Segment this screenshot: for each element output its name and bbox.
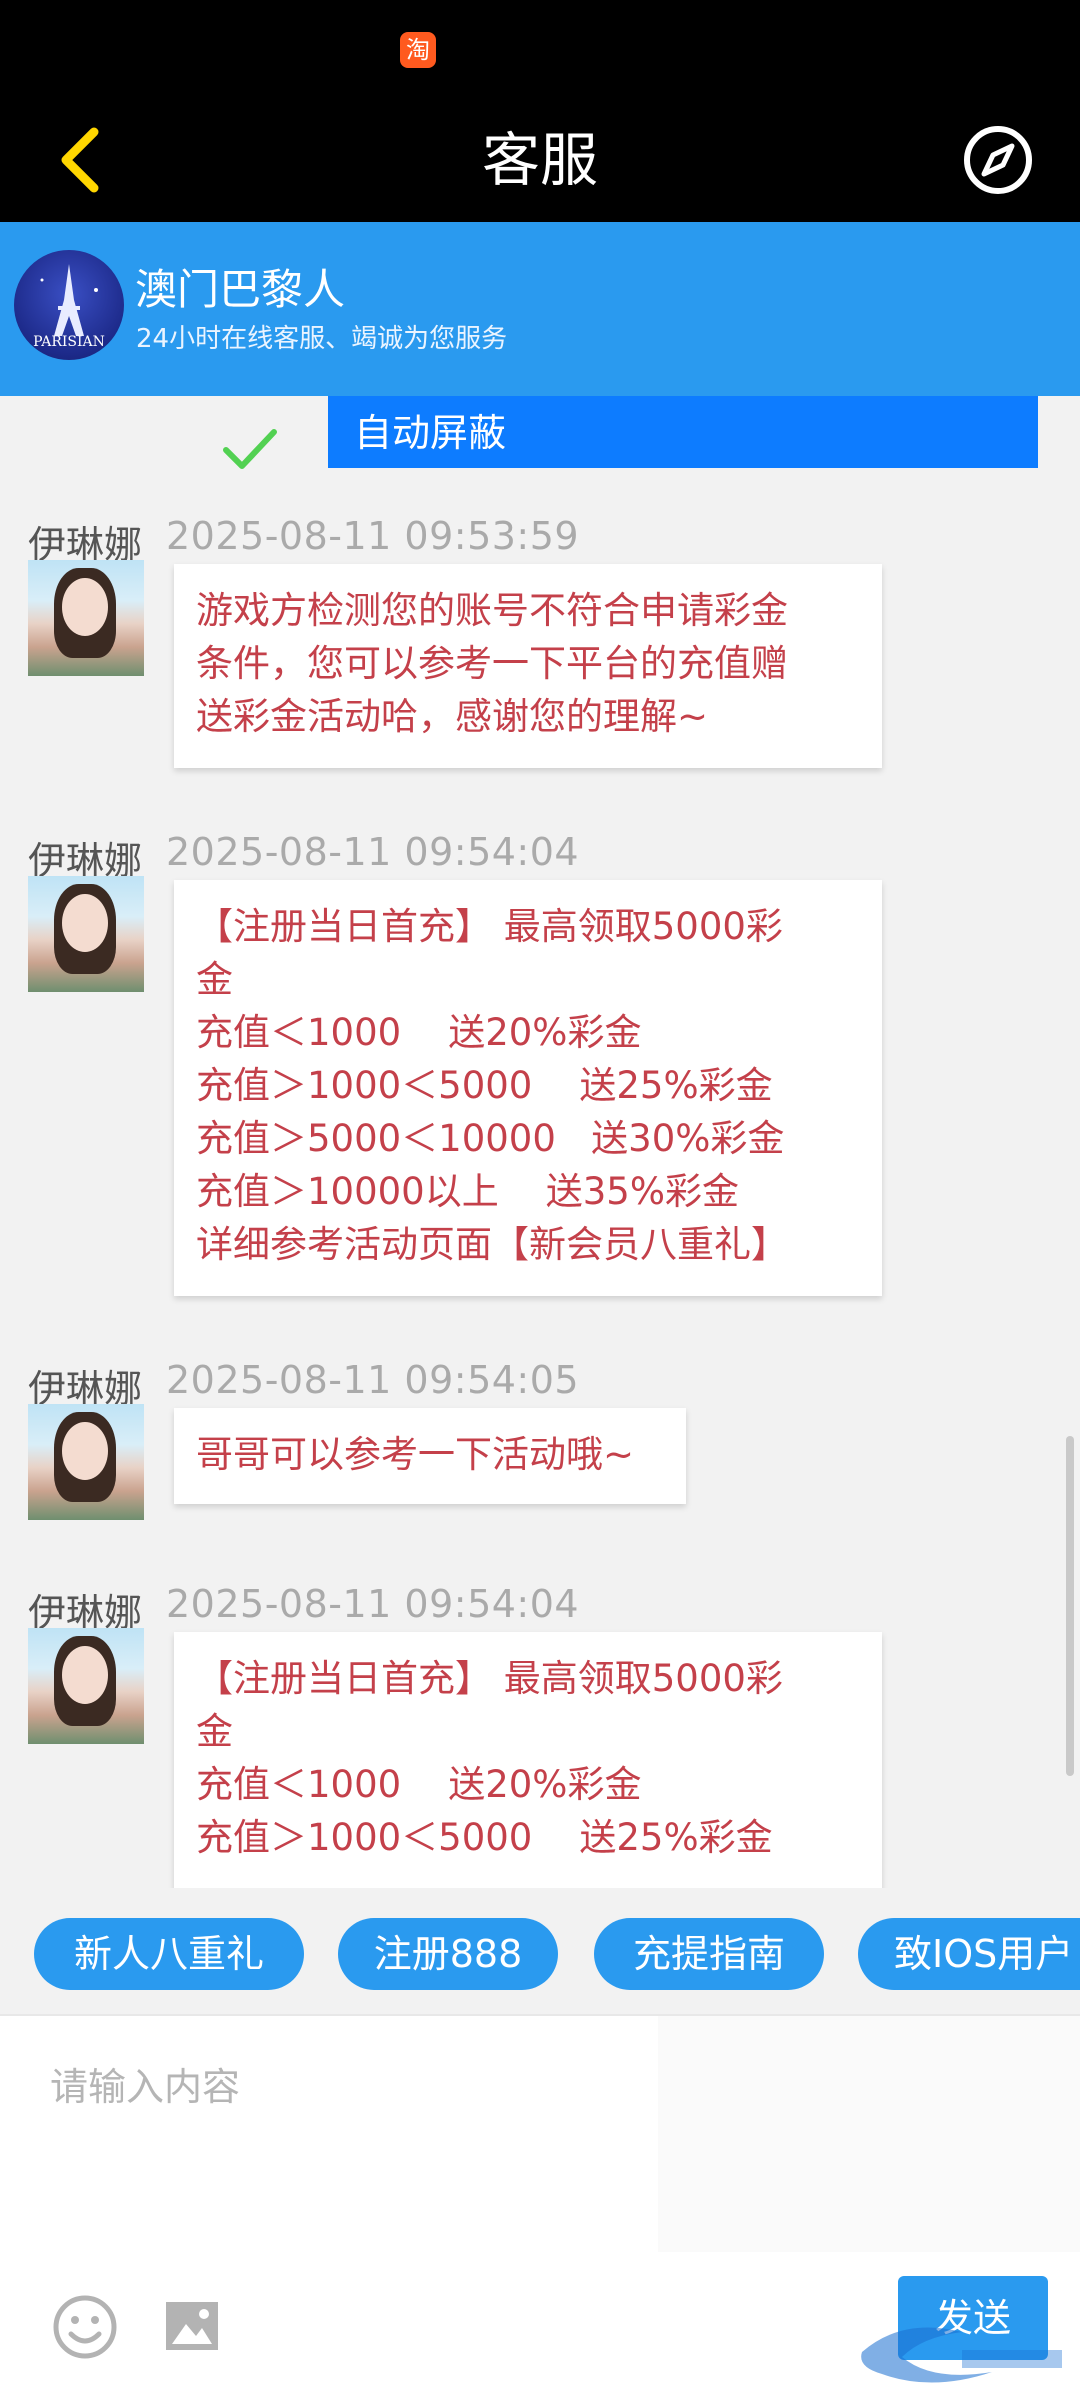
- page-title: 客服: [481, 126, 598, 194]
- message-bubble: 【注册当日首充】 最高领取5000彩 金 充值＜1000 送20%彩金 充值＞1…: [174, 880, 882, 1296]
- service-subtitle: 24小时在线客服、竭诚为您服务: [136, 324, 508, 354]
- nav-bar: 客服: [0, 100, 1080, 222]
- chat-area[interactable]: 自动屏蔽 伊琳娜 2025-08-11 09:53:59 游戏方检测您的账号不符…: [0, 396, 1080, 1888]
- message-text: 自动屏蔽: [354, 411, 507, 455]
- quick-reply-register[interactable]: 注册888: [338, 1918, 558, 1990]
- scrollbar[interactable]: [1066, 1436, 1074, 1776]
- quick-reply-deposit-guide[interactable]: 充提指南: [594, 1918, 824, 1990]
- message-time: 2025-08-11 09:54:04: [166, 830, 580, 874]
- checkmark-icon: [223, 429, 277, 469]
- input-placeholder: 请输入内容: [50, 2065, 241, 2109]
- quick-reply-bar: 新人八重礼 注册888 充提指南 致IOS用户: [0, 1888, 1080, 2014]
- watermark-logo: [861, 2327, 1062, 2383]
- logo-text: PARISIAN: [33, 334, 105, 350]
- taobao-app-icon: 淘: [400, 32, 436, 68]
- input-side-panel: [658, 2016, 1080, 2252]
- emoji-icon[interactable]: [52, 2294, 118, 2360]
- message-input[interactable]: 请输入内容: [0, 2016, 658, 2252]
- service-header: PARISIAN 澳门巴黎人 24小时在线客服、竭诚为您服务: [0, 222, 1080, 396]
- message-time: 2025-08-11 09:54:05: [166, 1358, 580, 1402]
- quick-reply-ios-users[interactable]: 致IOS用户: [858, 1918, 1080, 1990]
- message-time: 2025-08-11 09:53:59: [166, 514, 580, 558]
- brand-logo: PARISIAN: [14, 250, 124, 360]
- agent-avatar[interactable]: [28, 876, 144, 992]
- message-composer: 请输入内容 发送: [0, 2014, 1080, 2402]
- agent-avatar[interactable]: [28, 560, 144, 676]
- compass-icon[interactable]: [960, 122, 1036, 198]
- agent-avatar[interactable]: [28, 1404, 144, 1520]
- message-bubble: 【注册当日首充】 最高领取5000彩 金 充值＜1000 送20%彩金 充值＞1…: [174, 1632, 882, 1888]
- message-bubble: 哥哥可以参考一下活动哦~: [174, 1408, 686, 1504]
- message-bubble: 游戏方检测您的账号不符合申请彩金 条件，您可以参考一下平台的充值赠 送彩金活动哈…: [174, 564, 882, 768]
- image-icon[interactable]: [164, 2298, 220, 2354]
- quick-reply-newbie-gift[interactable]: 新人八重礼: [34, 1918, 304, 1990]
- agent-avatar[interactable]: [28, 1628, 144, 1744]
- status-bar: 淘: [0, 0, 1080, 100]
- service-name: 澳门巴黎人: [135, 265, 346, 314]
- message-time: 2025-08-11 09:54:04: [166, 1582, 580, 1626]
- outgoing-message-bubble: 自动屏蔽: [328, 396, 1038, 468]
